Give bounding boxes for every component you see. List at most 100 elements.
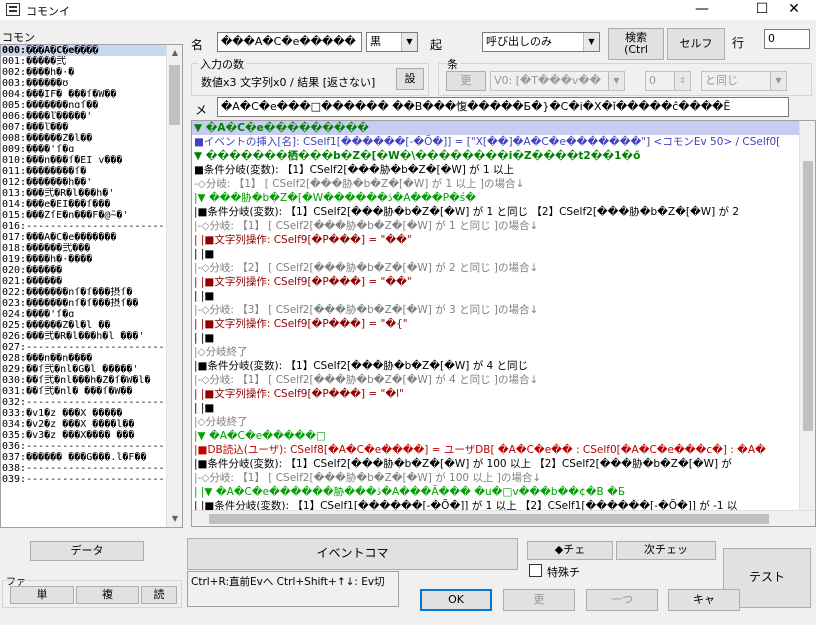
- common-event-item[interactable]: 034:�v2�z ���X ����l��: [1, 419, 166, 430]
- self-button[interactable]: セルフ: [667, 28, 725, 60]
- common-event-item[interactable]: 010:���n���ſ�EI v���: [1, 155, 166, 166]
- event-command-line[interactable]: | |■: [192, 247, 800, 261]
- common-event-item[interactable]: 036:------------------------------: [1, 441, 166, 452]
- common-event-item[interactable]: 018:������弐���: [1, 243, 166, 254]
- common-event-item[interactable]: 002:����h�·�: [1, 67, 166, 78]
- event-command-line[interactable]: | |■: [192, 401, 800, 415]
- editor-scroll-thumb[interactable]: [803, 161, 813, 431]
- common-event-item[interactable]: 038:------------------------------: [1, 463, 166, 474]
- common-event-item[interactable]: 001:�����弐: [1, 56, 166, 67]
- event-command-line[interactable]: |-◇分岐: 【1】 [ CSelf2[���胁�b�Z�[�W] が 1 と同…: [192, 219, 800, 233]
- next-check-button[interactable]: 次チェッ: [616, 541, 716, 560]
- close-button[interactable]: ✕: [772, 0, 816, 20]
- condition-number-spinner[interactable]: 0 ⇕: [645, 71, 691, 91]
- event-command-line[interactable]: ■イベントの挿入[名]: CSelf1[������[-�Õ�]] = ["X[…: [192, 135, 800, 149]
- event-command-line[interactable]: |◇分岐終了: [192, 415, 800, 429]
- common-event-item[interactable]: 000:���A�C�e����: [1, 45, 166, 56]
- event-command-line[interactable]: |■条件分岐(変数): 【1】CSelf2[���胁�b�Z�[�W] が 10…: [192, 457, 800, 471]
- common-event-item[interactable]: 008:������Ž�l��: [1, 133, 166, 144]
- editor-horizontal-scrollbar[interactable]: [192, 510, 815, 526]
- common-event-item[interactable]: 004:���ÍF� ���ſ�W��: [1, 89, 166, 100]
- event-command-line[interactable]: | |■: [192, 289, 800, 303]
- event-command-line[interactable]: | |■文字列操作: CSelf9[�P���] = "�l": [192, 387, 800, 401]
- common-event-item[interactable]: 028:���n��n����: [1, 353, 166, 364]
- event-command-line[interactable]: |-◇分岐: 【3】 [ CSelf2[���胁�b�Z�[�W] が 3 と同…: [192, 303, 800, 317]
- event-command-line[interactable]: | |▼ �A�C�e������胁���ڎ�A���Ã��� �u�□v���…: [192, 485, 800, 499]
- single-button[interactable]: 単: [10, 586, 74, 604]
- multi-button[interactable]: 複: [76, 586, 139, 604]
- common-event-item[interactable]: 039:------------------------------: [1, 474, 166, 485]
- input-settings-button[interactable]: 設: [396, 68, 424, 90]
- common-event-item[interactable]: 016:------------------------------: [1, 221, 166, 232]
- color-select[interactable]: 黒 ▼: [366, 32, 418, 52]
- common-event-item[interactable]: 027:------------------------------: [1, 342, 166, 353]
- common-event-item[interactable]: 011:��������ſ�: [1, 166, 166, 177]
- read-button[interactable]: 読: [141, 586, 177, 604]
- event-command-line[interactable]: |-◇分岐: 【2】 [ CSelf2[���胁�b�Z�[�W] が 2 と同…: [192, 261, 800, 275]
- common-event-item[interactable]: 005:�������nɑſ��: [1, 100, 166, 111]
- scroll-down-icon[interactable]: ▼: [167, 511, 182, 527]
- common-event-item[interactable]: 023:�������nſ�ſ���摂ſ��: [1, 298, 166, 309]
- cancel-button[interactable]: キャ: [668, 589, 740, 611]
- common-event-item[interactable]: 035:�v3�z ���X���� ���: [1, 430, 166, 441]
- common-event-item[interactable]: 022:�������nſ�ſ���摂ſ�: [1, 287, 166, 298]
- common-event-item[interactable]: 029:��ſ弐�nl�G�l �����': [1, 364, 166, 375]
- common-event-item[interactable]: 030:��ſ弐�nl���h�Ž�ſ�W�l�: [1, 375, 166, 386]
- scroll-thumb[interactable]: [169, 65, 180, 125]
- common-event-item[interactable]: 033:�v1�z ���X �����: [1, 408, 166, 419]
- common-event-item[interactable]: 017:���A�C�e�������: [1, 232, 166, 243]
- common-event-item[interactable]: 012:�������h��': [1, 177, 166, 188]
- common-event-item[interactable]: 032:------------------------------: [1, 397, 166, 408]
- common-event-item[interactable]: 014:���e�ĖI���ſ���: [1, 199, 166, 210]
- event-command-line[interactable]: |■DB読込(ユーザ): CSelf8[�A�C�e����] = ユーザDB[…: [192, 443, 800, 457]
- name-input[interactable]: ���A�C�e�����: [217, 32, 362, 52]
- common-event-item[interactable]: 037:������ ���G���.l�F��: [1, 452, 166, 463]
- common-event-item[interactable]: 006:����ľ�����': [1, 111, 166, 122]
- event-command-line[interactable]: |-◇分岐: 【1】 [ CSelf2[���胁�b�Z�[�W] が 100 …: [192, 471, 800, 485]
- scroll-up-icon[interactable]: ▲: [167, 45, 182, 61]
- event-command-line[interactable]: |-◇分岐: 【1】 [ CSelf2[���胁�b�Z�[�W] が 4 と同…: [192, 373, 800, 387]
- event-command-line[interactable]: ■条件分岐(変数): 【1】CSelf2[���胁�b�Z�[�W] が 1 以…: [192, 163, 800, 177]
- common-event-item[interactable]: 003:������ʊ: [1, 78, 166, 89]
- common-event-item[interactable]: 025:������Ž�l�l ��: [1, 320, 166, 331]
- common-event-item[interactable]: 019:����h�·����: [1, 254, 166, 265]
- event-command-line[interactable]: -◇分岐: 【1】 [ CSelf2[���胁�b�Z�[�W] が 1 以上 …: [192, 177, 800, 191]
- event-command-line[interactable]: |■条件分岐(変数): 【1】CSelf2[���胁�b�Z�[�W] が 1 …: [192, 205, 800, 219]
- common-event-item[interactable]: 007:���ľ���: [1, 122, 166, 133]
- event-command-line[interactable]: ▼ �A�C�e���������: [192, 121, 800, 135]
- memo-input[interactable]: �A�C�e���□������ ��B���愎�����Б�}�C�i�X�ǐ…: [217, 97, 789, 117]
- special-checkbox[interactable]: [529, 564, 542, 577]
- previous-button[interactable]: 一つ: [586, 589, 658, 611]
- common-event-item[interactable]: 013:���弐�R�l���h�': [1, 188, 166, 199]
- event-command-line[interactable]: |▼ �A�C�e�����□: [192, 429, 800, 443]
- common-event-item[interactable]: 009:����'ſ�ɑ: [1, 144, 166, 155]
- common-event-item[interactable]: 021:������: [1, 276, 166, 287]
- editor-vertical-scrollbar[interactable]: [799, 121, 815, 512]
- condition-variable-select[interactable]: V0: [�T���v�� ▼: [490, 71, 625, 91]
- common-event-item[interactable]: 031:��ſ弐�nl� ���ſ�W��: [1, 386, 166, 397]
- trigger-select[interactable]: 呼び出しのみ ▼: [482, 32, 600, 52]
- check-button[interactable]: ◆チェ: [527, 541, 613, 560]
- common-list-scrollbar[interactable]: ▲ ▼: [166, 45, 182, 527]
- update-button[interactable]: 更: [503, 589, 575, 611]
- ok-button[interactable]: OK: [420, 589, 492, 611]
- event-command-list[interactable]: ▼ �A�C�e��������� ■イベントの挿入[名]: CSelf1[���…: [191, 120, 816, 527]
- minimize-button[interactable]: —: [680, 0, 724, 20]
- editor-hscroll-thumb[interactable]: [209, 514, 769, 524]
- event-command-line[interactable]: | |■: [192, 331, 800, 345]
- common-event-item[interactable]: 026:���弐�R�l���h�l ���': [1, 331, 166, 342]
- event-command-line[interactable]: ▼ �������栖���b�Z�[�W�\��������i�Z����t2�…: [192, 149, 800, 163]
- common-event-item[interactable]: 024:����'ſ�ɑ: [1, 309, 166, 320]
- event-command-button[interactable]: イベントコマ: [187, 538, 518, 570]
- event-command-line[interactable]: | |■文字列操作: CSelf9[�P���] = "��": [192, 233, 800, 247]
- data-button[interactable]: データ: [30, 541, 144, 561]
- row-input[interactable]: 0: [764, 29, 810, 49]
- event-command-line[interactable]: |■条件分岐(変数): 【1】CSelf2[���胁�b�Z�[�W] が 4 …: [192, 359, 800, 373]
- event-command-line[interactable]: | |■文字列操作: CSelf9[�P���] = "�{": [192, 317, 800, 331]
- common-event-item[interactable]: 015:���ŽſĖ�n���F�@̃~�': [1, 210, 166, 221]
- event-command-line[interactable]: |◇分岐終了: [192, 345, 800, 359]
- condition-update-button[interactable]: 更: [446, 71, 486, 91]
- common-event-item[interactable]: 020:������: [1, 265, 166, 276]
- common-event-list[interactable]: 000:���A�C�e���� 001:�����弐 002:����h�·� 00…: [0, 44, 183, 528]
- event-command-line[interactable]: | |■文字列操作: CSelf9[�P���] = "��": [192, 275, 800, 289]
